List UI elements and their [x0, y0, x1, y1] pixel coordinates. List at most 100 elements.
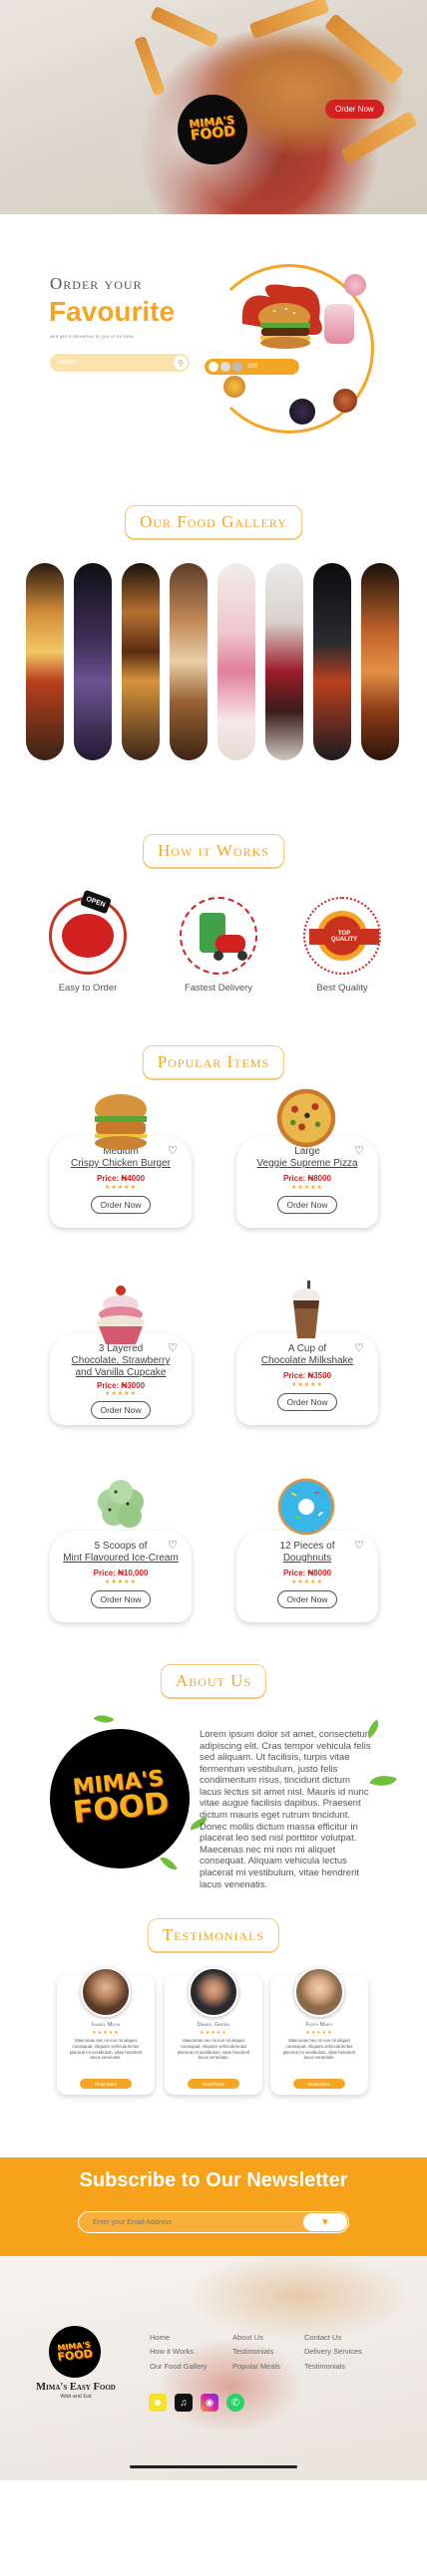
footer-link-about[interactable]: About Us [232, 2331, 280, 2345]
testimonial-card: Faith Mary ★★★★★ Maecenas nec mi non mi … [270, 1967, 368, 2095]
snapchat-icon[interactable]: ☻ [149, 2394, 167, 2412]
footer: MIMA'S FOOD Mima's Easy Food Wait and Eat… [0, 2256, 427, 2480]
testimonials-title: Testimonials [147, 1918, 280, 1952]
popular-title: Popular Items [142, 1045, 285, 1079]
burger-image [95, 1094, 147, 1150]
rating-stars: ★★★★★ [105, 1185, 137, 1191]
how-step-label: Best Quality [316, 983, 368, 994]
fries-decoration [134, 35, 166, 97]
gallery-image-waffle[interactable] [361, 563, 399, 760]
order-now-button[interactable]: Order Now [277, 1196, 337, 1214]
read-more-button[interactable]: Read More [80, 2079, 132, 2089]
gallery-image-cupcake[interactable] [265, 563, 303, 760]
product-name: A Cup of Chocolate Milkshake [260, 1343, 354, 1366]
search-icon[interactable]: ⚲ [174, 356, 188, 370]
burger-splash-image [241, 284, 322, 349]
gallery-image-pizza[interactable] [26, 563, 64, 760]
about-paragraph: Lorem ipsum dolor sit amet, consectetur … [200, 1729, 371, 1890]
newsletter-title: Subscribe to Our Newsletter [79, 2169, 348, 2191]
product-name: 5 Scoops of Mint Flavoured Ice-Cream [63, 1541, 179, 1564]
footer-brand-name: Mima's Easy Food [36, 2382, 116, 2393]
gallery-image-cookies[interactable] [170, 563, 208, 760]
leaf-decoration [160, 1853, 178, 1874]
footer-links-col-3: Contact Us Delivery Services Testimonial… [304, 2331, 362, 2374]
product-price: Price: ₦8000 [282, 1569, 332, 1577]
search-placeholder: Search [58, 360, 78, 366]
brand-logo[interactable]: MIMA'S FOOD [178, 95, 247, 164]
gallery-image-ube-dessert[interactable] [74, 563, 112, 760]
top-quality-badge-icon: TOP QUALITY [303, 897, 381, 975]
about-brand-logo: MIMA'S FOOD [50, 1729, 190, 1868]
testimonial-text: Maecenas nec mi non mi aliquet consequat… [69, 2038, 143, 2061]
how-step-best-quality: TOP QUALITY Best Quality [297, 897, 387, 994]
footer-link-gallery[interactable]: Our Food Gallery [150, 2360, 208, 2374]
product-name: 3 Layered Chocolate, Strawberry and Vanill… [71, 1343, 171, 1378]
gallery-image-dark-dish[interactable] [313, 563, 351, 760]
rating-stars: ★★★★★ [291, 1382, 323, 1388]
footer-link-testimonials-2[interactable]: Testimonials [304, 2360, 362, 2374]
whatsapp-icon[interactable]: ✆ [226, 2394, 244, 2412]
search-input[interactable]: Search ⚲ [50, 354, 190, 372]
logo-text: MIMA'S FOOD [71, 1766, 171, 1832]
testimonial-name: Faith Mary [305, 2022, 333, 2028]
fries-food-icon [221, 374, 247, 400]
rating-stars: ★★★★★ [92, 2030, 120, 2036]
read-more-button[interactable]: Read More [188, 2079, 239, 2089]
avatar [220, 362, 230, 372]
gallery-image-burger[interactable] [122, 563, 160, 760]
testimonial-card: Isabel Moya ★★★★★ Maecenas nec mi non mi… [57, 1967, 155, 2095]
rating-stars: ★★★★★ [291, 1579, 323, 1585]
fries-decoration [248, 0, 330, 40]
footer-link-contact[interactable]: Contact Us [304, 2331, 362, 2345]
tiktok-icon[interactable]: ♫ [175, 2394, 193, 2412]
footer-link-home[interactable]: Home [150, 2331, 208, 2345]
favourite-title: Favourite [49, 296, 176, 327]
ice-cream-image [98, 1480, 144, 1528]
about-section: About Us MIMA'S FOOD Lorem ipsum dolor si… [0, 1634, 427, 1893]
rating-stars: ★★★★★ [105, 1391, 137, 1397]
footer-link-delivery[interactable]: Delivery Services [304, 2345, 362, 2359]
how-title: How it Works [143, 834, 284, 868]
instagram-icon[interactable]: ◉ [201, 2394, 218, 2412]
footer-link-testimonials[interactable]: Testimonials [232, 2345, 280, 2359]
product-card-ice-cream[interactable]: ♡ 5 Scoops of Mint Flavoured Ice-Cream Pr… [50, 1531, 192, 1622]
how-it-works-section: How it Works OPEN Easy to Order Fastest … [0, 812, 427, 1041]
product-card-milkshake[interactable]: ♡ A Cup of Chocolate Milkshake Price: ₦35… [236, 1333, 378, 1425]
product-price: Price: ₦3500 [282, 1371, 332, 1380]
order-now-button[interactable]: Order Now [91, 1590, 151, 1608]
rating-strip: 200 [205, 359, 299, 375]
testimonials-section: Testimonials Isabel Moya ★★★★★ Maecenas … [0, 1893, 427, 2098]
product-card-doughnuts[interactable]: ♡ 12 Pieces of Doughnuts Price: ₦8000 ★★★… [236, 1531, 378, 1622]
fries-decoration [340, 111, 418, 164]
footer-link-popular-meals[interactable]: Popular Meals [232, 2360, 280, 2374]
product-card-pizza[interactable]: ♡ Large Veggie Supreme Pizza Price: ₦8000… [236, 1136, 378, 1228]
order-now-button[interactable]: Order Now [91, 1401, 151, 1419]
order-favourite-section: Order your Favourite and get it delivere… [0, 214, 427, 483]
product-price: Price: ₦3000 [96, 1381, 146, 1390]
newsletter-section: Subscribe to Our Newsletter ▼ [0, 2157, 427, 2256]
rating-stars: ★★★★★ [291, 1185, 323, 1191]
order-now-button[interactable]: Order Now [91, 1196, 151, 1214]
product-card-cupcake[interactable]: ♡ 3 Layered Chocolate, Strawberry and Vani… [50, 1333, 192, 1425]
order-now-button[interactable]: Order Now [277, 1393, 337, 1411]
product-price: Price: ₦4000 [96, 1174, 146, 1183]
read-more-button[interactable]: Read More [293, 2079, 345, 2089]
hero-banner: MIMA'S FOOD Order Now [0, 0, 427, 214]
footer-logo[interactable]: MIMA'S FOOD [49, 2326, 101, 2378]
avatar [209, 362, 218, 372]
open-sign-text: OPEN [80, 889, 112, 915]
order-now-button[interactable]: Order Now [325, 100, 384, 119]
order-now-button[interactable]: Order Now [277, 1590, 337, 1608]
footer-link-how-it-works[interactable]: How it Works [150, 2345, 208, 2359]
testimonial-name: Isabel Moya [91, 2022, 121, 2028]
gallery-image-strawberry-shake[interactable] [217, 563, 255, 760]
how-step-label: Fastest Delivery [184, 983, 253, 994]
home-indicator [130, 2465, 297, 2468]
subscribe-button[interactable]: ▼ [303, 2213, 347, 2231]
footer-tagline: Wait and Eat [60, 2394, 92, 2400]
doughnut-image [277, 1478, 335, 1536]
rating-count: 200 [247, 364, 258, 370]
product-price: Price: ₦8000 [282, 1174, 332, 1183]
about-title: About Us [160, 1664, 267, 1698]
popular-items-section: Popular Items ♡ Medium Crispy Chicken Bur… [0, 1041, 427, 1634]
